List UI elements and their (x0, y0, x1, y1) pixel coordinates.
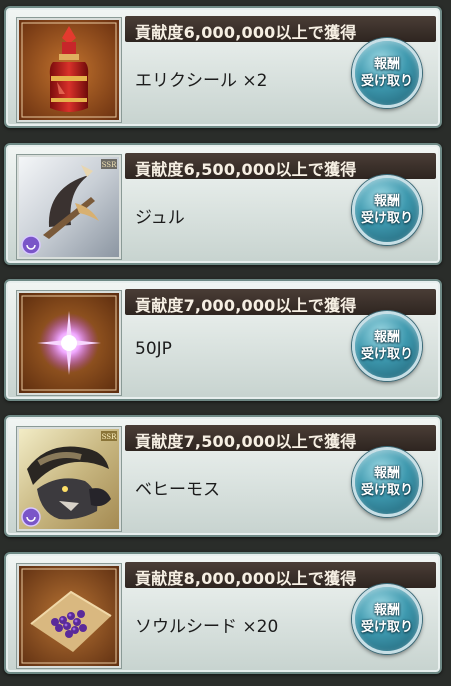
claim-button-line2: 受け取り (360, 347, 413, 362)
reward-condition: 貢献度8,000,000以上で獲得 (135, 569, 357, 588)
reward-condition: 貢献度7,500,000以上で獲得 (135, 432, 357, 451)
soul-seed-icon (17, 564, 121, 668)
reward-item-name: ソウルシード ×20 (135, 617, 279, 637)
claim-reward-button[interactable]: 報酬 受け取り (352, 584, 422, 654)
claim-button-line1: 報酬 (373, 466, 400, 481)
behemoth-summon-icon: SSR (17, 427, 121, 531)
reward-row: 貢献度8,000,000以上で獲得 ソウルシード ×20 報酬 受け取り (4, 552, 442, 674)
elixir-bottle-icon (17, 18, 121, 122)
reward-item-name: ジュル (135, 208, 185, 228)
rarity-badge: SSR (102, 433, 117, 441)
claim-button-line2: 受け取り (360, 620, 413, 635)
claim-button-line1: 報酬 (373, 57, 400, 72)
jp-orb-icon (17, 291, 121, 395)
reward-row: SSR 貢献度7,500,000以上で獲得 ベヒーモス 報酬 受け取り (4, 415, 442, 537)
reward-condition: 貢献度6,000,000以上で獲得 (135, 23, 357, 42)
reward-row: SSR 貢献度6,500,000以上で獲得 ジュル 報酬 受け取り (4, 143, 442, 265)
reward-item-name: エリクシール ×2 (135, 71, 268, 91)
claim-reward-button[interactable]: 報酬 受け取り (352, 311, 422, 381)
claim-button-line1: 報酬 (373, 194, 400, 209)
claim-button-line1: 報酬 (373, 603, 400, 618)
reward-item-name: 50JP (135, 339, 172, 359)
reward-item-name: ベヒーモス (135, 480, 220, 500)
jul-weapon-icon: SSR (17, 155, 121, 259)
claim-button-line2: 受け取り (360, 211, 413, 226)
claim-reward-button[interactable]: 報酬 受け取り (352, 38, 422, 108)
claim-button-line2: 受け取り (360, 483, 413, 498)
claim-reward-button[interactable]: 報酬 受け取り (352, 175, 422, 245)
claim-button-line1: 報酬 (373, 330, 400, 345)
claim-reward-button[interactable]: 報酬 受け取り (352, 447, 422, 517)
reward-row: 貢献度7,000,000以上で獲得 50JP 報酬 受け取り (4, 279, 442, 401)
reward-list: 貢献度6,000,000以上で獲得 エリクシール ×2 報酬 受け取り SSR (0, 0, 451, 686)
rarity-badge: SSR (102, 161, 117, 169)
reward-condition: 貢献度7,000,000以上で獲得 (135, 296, 357, 315)
reward-condition: 貢献度6,500,000以上で獲得 (135, 160, 357, 179)
claim-button-line2: 受け取り (360, 74, 413, 89)
reward-row: 貢献度6,000,000以上で獲得 エリクシール ×2 報酬 受け取り (4, 6, 442, 128)
